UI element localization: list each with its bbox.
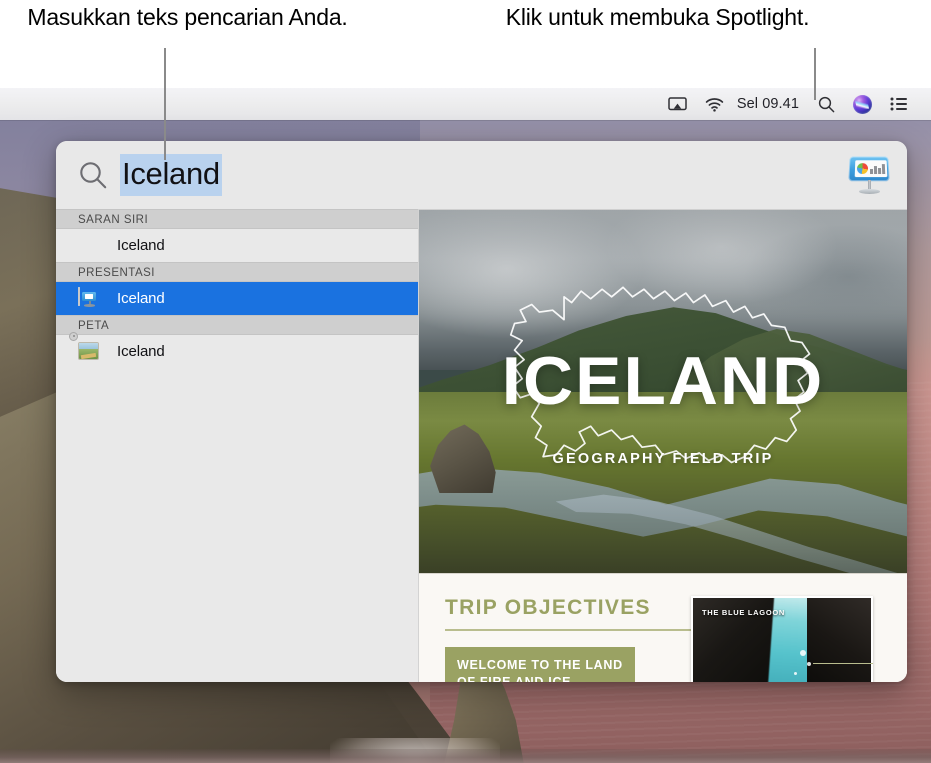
- slide2-photo-label: THE BLUE LAGOON: [702, 608, 785, 617]
- airplay-icon: [668, 96, 687, 110]
- callout-spotlight-text: Klik untuk membuka Spotlight.: [505, 4, 810, 30]
- preview-slide-title: ICELAND GEOGRAPHY FIELD TRIP: [419, 209, 907, 573]
- spotlight-preview-pane: ICELAND GEOGRAPHY FIELD TRIP TRIP OBJECT…: [419, 209, 907, 682]
- result-row-map-iceland[interactable]: Iceland: [56, 331, 418, 368]
- keynote-icon-pie: [856, 163, 869, 175]
- search-icon: [818, 96, 835, 112]
- maps-document-icon: [69, 331, 100, 363]
- spotlight-window: Iceland SARAN SIRI Iceland PRESENTASI Ic…: [56, 141, 907, 682]
- callout-leader-line-left: [164, 48, 166, 160]
- result-row-siri-iceland[interactable]: Iceland: [56, 229, 418, 262]
- spotlight-search-input[interactable]: Iceland: [120, 141, 837, 209]
- keynote-icon-screen: [848, 156, 890, 182]
- keynote-icon-base: [859, 189, 880, 194]
- screenshot-root: Sel 09.41 Iceland SARAN SIRI Iceland PRE…: [0, 0, 931, 763]
- keynote-document-icon: [78, 286, 100, 310]
- result-label: Iceland: [117, 343, 165, 360]
- spotlight-results-list: SARAN SIRI Iceland PRESENTASI Iceland PE…: [56, 209, 419, 682]
- slide2-callout-box: WELCOME TO THE LAND OF FIRE AND ICE: [445, 646, 635, 682]
- wifi-menu-item[interactable]: [696, 88, 733, 120]
- results-section-header-maps: PETA: [56, 315, 418, 335]
- keynote-app-icon: [847, 155, 891, 195]
- wallpaper-bottom-edge: [0, 749, 931, 763]
- siri-menu-button[interactable]: [844, 88, 881, 120]
- control-center-menu-button[interactable]: [881, 88, 917, 120]
- slide-subtitle: GEOGRAPHY FIELD TRIP: [552, 451, 774, 468]
- menu-bar: Sel 09.41: [0, 88, 931, 120]
- airplay-menu-item[interactable]: [659, 88, 696, 120]
- slide2-photo-blue-lagoon: THE BLUE LAGOON: [691, 596, 873, 682]
- siri-icon: [853, 94, 872, 114]
- menu-bar-clock[interactable]: Sel 09.41: [733, 88, 809, 120]
- result-label: Iceland: [117, 290, 165, 307]
- control-center-icon: [890, 97, 907, 111]
- keynote-icon-content: [854, 160, 888, 178]
- result-label: Iceland: [117, 237, 165, 254]
- callout-leader-line-right: [814, 48, 816, 100]
- search-input-value: Iceland: [120, 154, 222, 196]
- slide2-right-divider: [813, 662, 873, 664]
- keynote-icon-bars: [870, 163, 885, 175]
- callout-search-text: Masukkan teks pencarian Anda.: [27, 4, 348, 30]
- slide-title: ICELAND: [501, 342, 825, 419]
- spotlight-body: SARAN SIRI Iceland PRESENTASI Iceland PE…: [56, 209, 907, 682]
- results-section-header-siri: SARAN SIRI: [56, 209, 418, 229]
- search-icon: [80, 162, 107, 189]
- result-row-presentation-iceland[interactable]: Iceland: [56, 282, 418, 315]
- slide-vignette: [419, 210, 907, 319]
- siri-icon: [78, 235, 100, 257]
- spotlight-search-row[interactable]: Iceland: [56, 141, 907, 209]
- preview-slide-objectives: TRIP OBJECTIVES WELCOME TO THE LAND OF F…: [419, 573, 907, 682]
- results-section-header-presentations: PRESENTASI: [56, 262, 418, 282]
- wifi-icon: [705, 97, 724, 112]
- annotation-band: Masukkan teks pencarian Anda. Klik untuk…: [0, 0, 931, 88]
